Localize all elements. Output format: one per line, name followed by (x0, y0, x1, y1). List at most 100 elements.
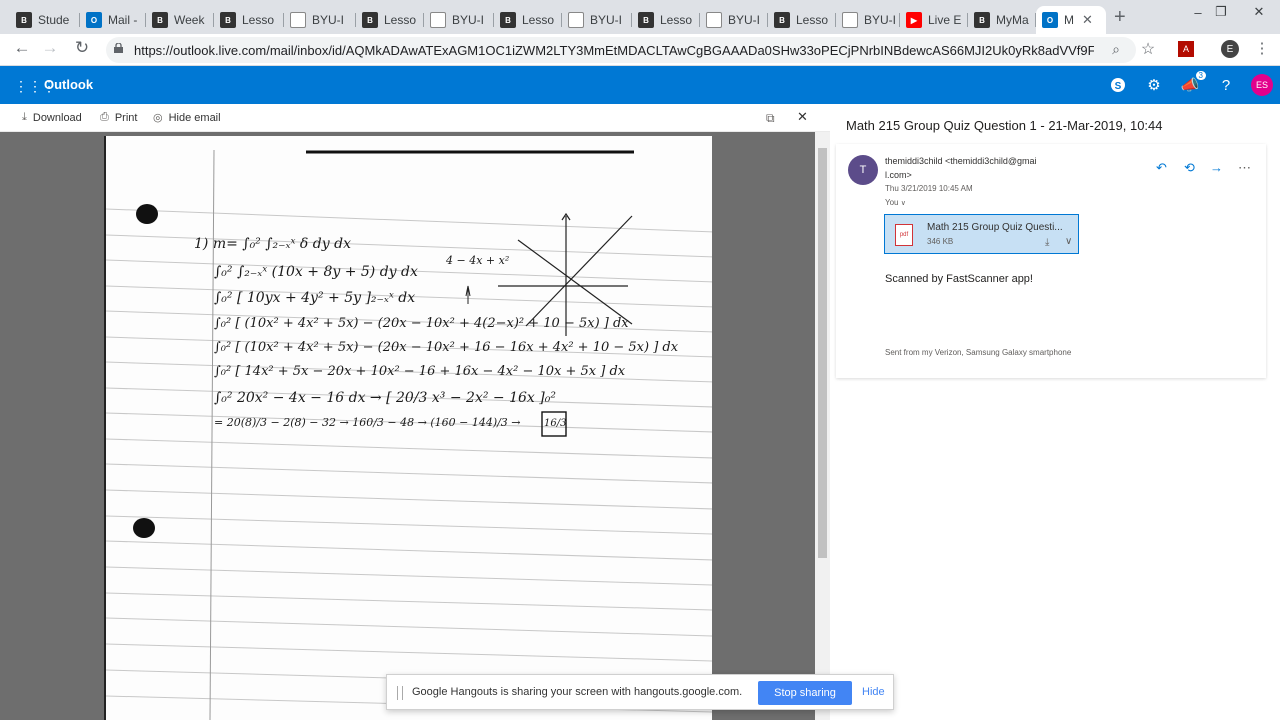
tab-label: BYU-I (452, 13, 485, 27)
email-signature: Sent from my Verizon, Samsung Galaxy sma… (885, 348, 1072, 357)
address-bar[interactable]: https://outlook.live.com/mail/inbox/id/A… (106, 37, 1136, 63)
attachment-download-icon[interactable]: ⤓ (1045, 237, 1049, 248)
browser-tab[interactable]: B Lesso (214, 6, 284, 34)
pdf-file-icon: pdf (895, 224, 913, 246)
sender-info[interactable]: themiddi3child <themiddi3child@gmai l.co… (885, 154, 1075, 211)
browser-tab[interactable]: B Lesso (632, 6, 700, 34)
browser-tab[interactable]: BYU-I (700, 6, 768, 34)
tab-label: Live E (928, 13, 962, 27)
user-avatar[interactable]: ES (1251, 74, 1273, 96)
profile-avatar[interactable]: E (1221, 40, 1239, 58)
document-viewer-toolbar: ⤓ Download ⎙ Print ◎ Hide email ⧉ ✕ (0, 104, 830, 132)
window-close-icon[interactable]: ✕ (1238, 0, 1280, 24)
viewer-scrollbar[interactable] (815, 132, 830, 720)
sender-avatar[interactable]: T (848, 155, 878, 185)
browser-tab[interactable]: B Week (146, 6, 214, 34)
tab-close-icon[interactable]: ✕ (1082, 12, 1093, 28)
work-line-4: ∫₀² [ (10x² + 4x² + 5x) − (20x − 10x² + … (214, 340, 679, 355)
byu-icon: B (500, 12, 516, 28)
print-label: Print (114, 111, 138, 124)
reply-all-icon[interactable]: ⟲ (1184, 160, 1195, 176)
reply-icon[interactable]: ↶ (1156, 160, 1167, 176)
tab-label: BYU-I (590, 13, 623, 27)
browser-tab[interactable]: B Lesso (356, 6, 424, 34)
browser-tab[interactable]: BYU-I (284, 6, 356, 34)
browser-tab[interactable]: BYU-I (836, 6, 900, 34)
outlook-brand[interactable]: Outlook (44, 77, 93, 92)
share-message: Google Hangouts is sharing your screen w… (412, 686, 743, 698)
tab-label: Stude (38, 13, 70, 27)
recipient: You ∨ (885, 198, 906, 207)
work-line-1: ∫₀² ∫₂₋ₓˣ (10x + 8y + 5) dy dx (214, 264, 418, 280)
url-text[interactable]: https://outlook.live.com/mail/inbox/id/A… (134, 43, 1094, 58)
tab-label: M (1064, 13, 1074, 27)
browser-tab[interactable]: B Lesso (768, 6, 836, 34)
browser-tab[interactable]: B Stude (10, 6, 80, 34)
byu-icon: B (774, 12, 790, 28)
tab-label: Lesso (796, 13, 829, 27)
byu-icon: B (638, 12, 654, 28)
sender-address-line2: l.com> (885, 170, 912, 180)
hangouts-share-bar: Google Hangouts is sharing your screen w… (386, 674, 894, 710)
browser-tab[interactable]: BYU-I (562, 6, 632, 34)
back-icon[interactable]: ← (10, 38, 34, 58)
acrobat-extension-icon[interactable]: A (1178, 41, 1194, 57)
download-button[interactable]: ⤓ Download (22, 111, 82, 124)
zoom-icon[interactable]: ⌕ (1112, 41, 1120, 58)
work-line-5: ∫₀² [ 14x² + 5x − 20x + 10x² − 16 + 16x … (214, 364, 626, 379)
browser-tab[interactable]: BYU-I (424, 6, 494, 34)
stop-sharing-button[interactable]: Stop sharing (758, 681, 852, 705)
tab-label: BYU-I (312, 13, 345, 27)
help-icon[interactable]: ? (1216, 75, 1236, 95)
skype-icon[interactable]: S (1108, 75, 1128, 95)
scrollbar-thumb[interactable] (818, 148, 827, 558)
byu-icon: B (362, 12, 378, 28)
outlook-icon: O (1042, 12, 1058, 28)
byu-icon: B (152, 12, 168, 28)
hide-button[interactable]: Hide (862, 686, 885, 698)
forward-icon[interactable]: → (1210, 160, 1223, 175)
popout-icon[interactable]: ⧉ (766, 111, 775, 126)
reload-icon[interactable]: ↻ (70, 38, 94, 58)
sent-date: Thu 3/21/2019 10:45 AM (885, 184, 973, 193)
hide-email-label: Hide email (168, 111, 221, 124)
browser-tab[interactable]: B MyMa (968, 6, 1036, 34)
browser-tab[interactable]: O Mail - (80, 6, 146, 34)
bookmark-star-icon[interactable]: ☆ (1136, 39, 1160, 59)
attachment-size: 346 KB (927, 237, 954, 246)
tab-label: Lesso (522, 13, 555, 27)
pdf-attachment[interactable]: pdf Math 215 Group Quiz Questi... 346 KB… (884, 214, 1079, 254)
work-line-7: = 20(8)/3 − 2(8) − 32 → 160/3 − 48 → (16… (214, 416, 521, 429)
browser-tab[interactable]: B Lesso (494, 6, 562, 34)
browser-toolbar: ← → ↻ https://outlook.live.com/mail/inbo… (0, 34, 1280, 66)
work-line-0: 1) m= ∫₀² ∫₂₋ₓˣ δ dy dx (194, 236, 351, 252)
attachment-name: Math 215 Group Quiz Questi... (927, 222, 1063, 233)
drag-handle[interactable] (397, 686, 403, 700)
sender-address-line1: themiddi3child <themiddi3child@gmai (885, 156, 1037, 166)
restore-icon[interactable]: ❐ (1205, 0, 1237, 24)
tab-label: MyMa (996, 13, 1029, 27)
browser-tab[interactable]: O M ✕ (1036, 6, 1106, 34)
print-button[interactable]: ⎙ Print (100, 111, 137, 124)
new-tab-icon[interactable]: + (1114, 6, 1126, 29)
browser-tab[interactable]: ▶ Live E (900, 6, 968, 34)
whats-new-icon[interactable]: 📣 3 (1180, 71, 1206, 95)
forward-icon[interactable]: → (38, 38, 62, 58)
binder-hole-top (136, 204, 158, 224)
document-icon (430, 12, 446, 28)
work-line-2: ∫₀² [ 10yx + 4y² + 5y ]₂₋ₓˣ dx (214, 290, 416, 306)
lock-icon (114, 43, 123, 53)
download-label: Download (32, 111, 82, 124)
settings-gear-icon[interactable]: ⚙ (1144, 75, 1164, 95)
chevron-down-icon[interactable]: ∨ (1065, 236, 1072, 247)
close-viewer-icon[interactable]: ✕ (797, 109, 808, 125)
scanned-page: 1) m= ∫₀² ∫₂₋ₓˣ δ dy dx ∫₀² ∫₂₋ₓˣ (10x +… (104, 136, 712, 720)
work-line-6: ∫₀² 20x² − 4x − 16 dx → [ 20/3 x³ − 2x² … (214, 390, 556, 406)
document-icon (290, 12, 306, 28)
byu-icon: B (220, 12, 236, 28)
more-actions-icon[interactable]: ⋯ (1238, 160, 1251, 176)
notification-badge: 3 (1195, 71, 1206, 80)
hide-email-button[interactable]: ◎ Hide email (153, 111, 221, 125)
byu-icon: B (16, 12, 32, 28)
browser-menu-icon[interactable]: ⋮ (1250, 39, 1274, 57)
